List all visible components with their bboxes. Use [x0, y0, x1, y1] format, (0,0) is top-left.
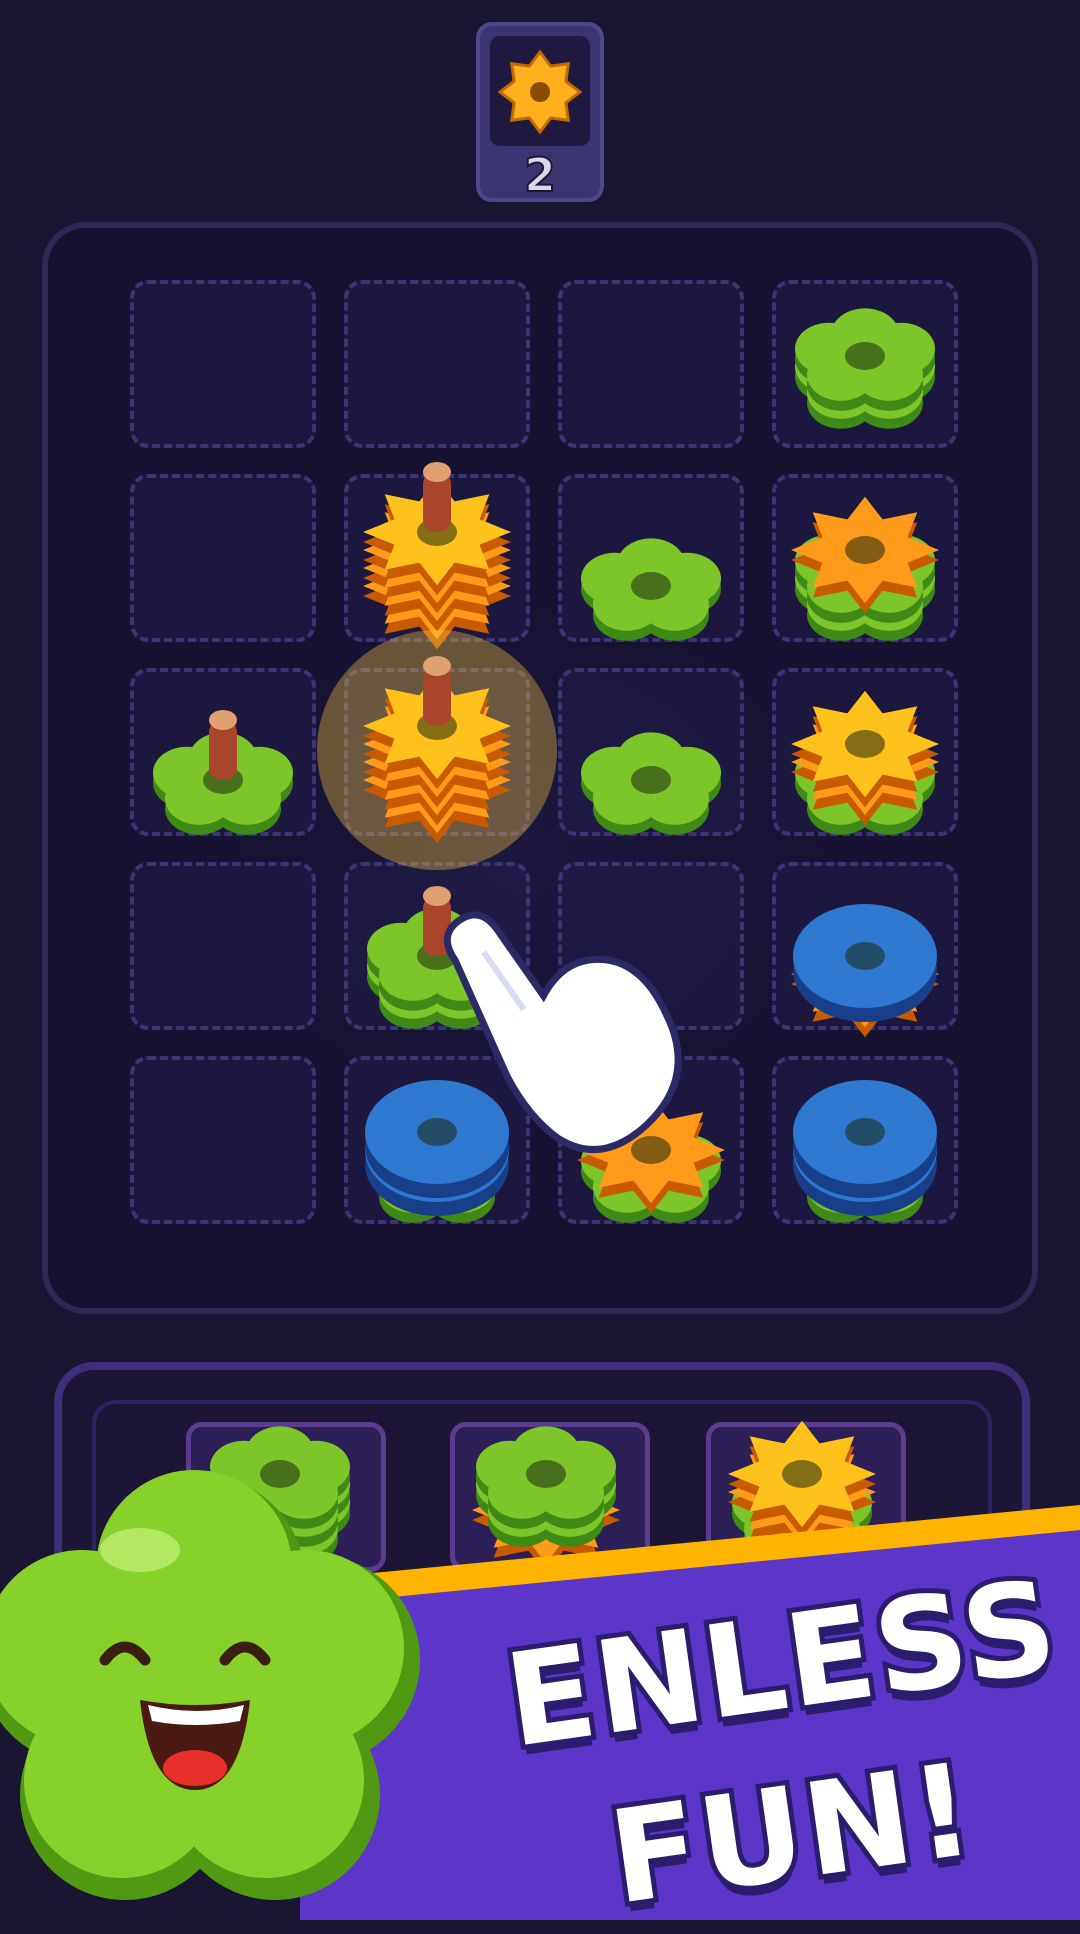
- pointer-hand-icon: [443, 911, 682, 1153]
